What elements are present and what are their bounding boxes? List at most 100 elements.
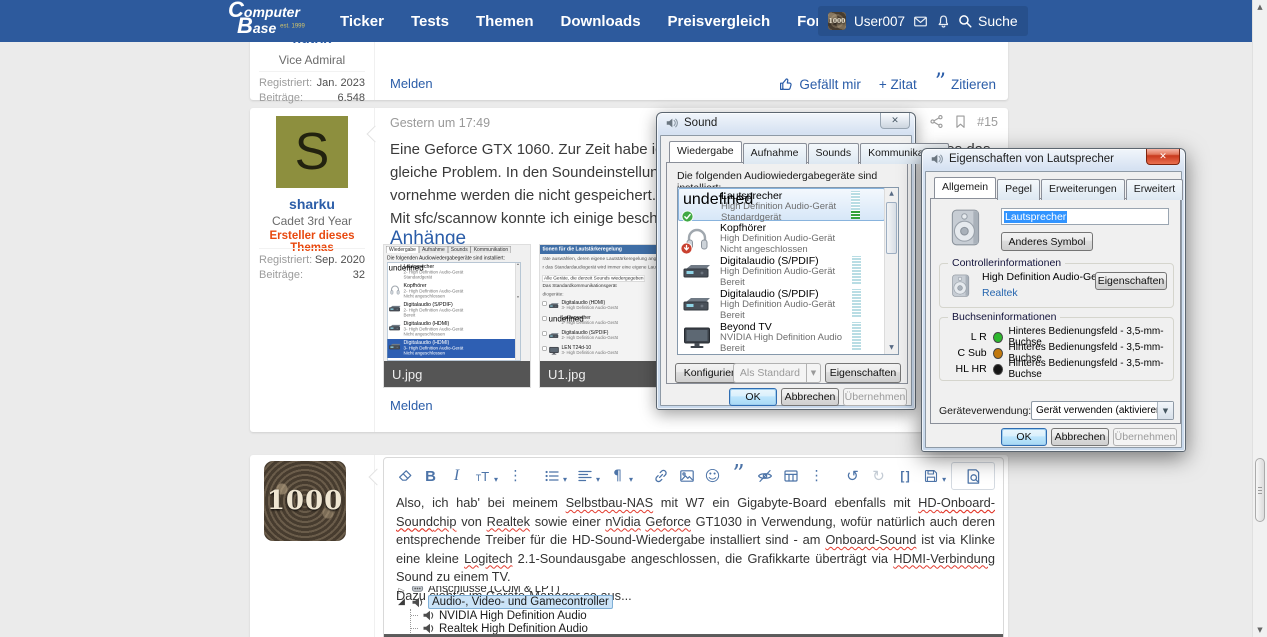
ok-button[interactable]: OK: [729, 388, 777, 406]
sound-device-item[interactable]: Digitalaudio (S/PDIF) High Definition Aud…: [678, 287, 885, 320]
align-icon[interactable]: [576, 467, 593, 485]
dropdown-caret-icon[interactable]: ▾: [942, 475, 946, 484]
cite-button[interactable]: ” Zitieren: [935, 71, 996, 93]
attachment-thumbnail-1[interactable]: Wiedergabe Aufnahme Sounds Kommunikation Die…: [383, 244, 531, 388]
nav-item-ticker[interactable]: Ticker: [340, 13, 384, 30]
tab-erweiterungen[interactable]: Erweiterungen: [1040, 179, 1125, 200]
apply-button[interactable]: Übernehmen: [843, 388, 907, 406]
scroll-up-arrow[interactable]: ▲: [1253, 0, 1267, 14]
scroll-down-arrow[interactable]: ▼: [1253, 623, 1267, 637]
nav-menu: Ticker Tests Themen Downloads Preisvergleich…: [340, 0, 874, 42]
user-menu[interactable]: 1000 User007: [818, 6, 962, 36]
username-link[interactable]: sharku: [250, 196, 374, 212]
italic-icon[interactable]: I: [448, 467, 465, 485]
save-icon[interactable]: [922, 467, 939, 485]
member-meta: Registriert: Sep. 2020 Beiträge: 32: [259, 248, 365, 283]
quote-icon[interactable]: ”: [730, 462, 747, 486]
preview-button[interactable]: [951, 462, 995, 490]
apply-button[interactable]: Übernehmen: [1113, 428, 1177, 446]
tab-sounds[interactable]: Sounds: [807, 143, 860, 164]
volume-meter: [852, 322, 861, 350]
close-button[interactable]: ✕: [880, 113, 910, 129]
device-name-input[interactable]: Lautsprecher: [1001, 208, 1169, 225]
playback-devices-list[interactable]: undefined Lautsprecher High Definition Aud…: [677, 187, 899, 355]
device-usage-dropdown[interactable]: Gerät verwenden (aktivieren) ▼: [1031, 401, 1174, 420]
spdif-icon: [682, 256, 712, 286]
sound-device-item[interactable]: Digitalaudio (S/PDIF) High Definition Aud…: [678, 254, 885, 287]
speaker-icon: undefined: [681, 191, 753, 223]
volume-meter: [852, 289, 861, 317]
sound-device-item[interactable]: Beyond TV NVIDIA High Definition Audio Ber…: [678, 320, 885, 353]
sound-dialog-titlebar[interactable]: Sound: [665, 116, 717, 130]
post-number[interactable]: #15: [977, 115, 998, 129]
code-icon[interactable]: [ ]: [896, 467, 913, 485]
ok-button[interactable]: OK: [1001, 428, 1047, 446]
general-tab-page: Lautsprecher Anderes Symbol Controllerin…: [930, 198, 1181, 424]
vendor-link[interactable]: Realtek: [982, 287, 1018, 299]
list-icon[interactable]: [543, 467, 560, 485]
dropdown-caret-icon[interactable]: ▾: [563, 475, 567, 484]
member-meta-row: Beiträge: 6.548: [259, 92, 365, 104]
avatar[interactable]: S: [276, 116, 348, 188]
more-icon[interactable]: ⋮: [808, 467, 825, 485]
sound-device-item[interactable]: Kopfhörer High Definition Audio-Gerät Nich…: [678, 221, 885, 255]
computerbase-logo[interactable]: Computer Base est. 1999: [228, 0, 305, 37]
list-scrollbar[interactable]: ▲ ▼: [884, 188, 898, 354]
undo-icon[interactable]: ↺: [844, 467, 861, 485]
close-button[interactable]: ✕: [1146, 149, 1180, 165]
table-icon[interactable]: [782, 467, 799, 485]
sound-dialog: Sound ✕ Wiedergabe Aufnahme Sounds Kommunik…: [656, 112, 949, 410]
avatar[interactable]: 1000: [264, 461, 346, 541]
properties-button[interactable]: Eigenschaften: [825, 363, 901, 383]
member-column: S sharku Cadet 3rd Year Ersteller dieses…: [250, 108, 375, 432]
set-default-button[interactable]: Als Standard ▼: [732, 363, 821, 383]
properties-dialog-titlebar[interactable]: Eigenschaften von Lautsprecher: [930, 152, 1114, 166]
member-column: 1000: [250, 455, 375, 637]
attachment-preview-sound-dialog: Wiedergabe Aufnahme Sounds Kommunikation Die…: [384, 245, 530, 363]
device-manager-screenshot[interactable]: ▷ Anschlüsse (COM & LPT) ◢ Audio-, Video- u…: [396, 586, 613, 635]
more-icon[interactable]: ⋮: [507, 467, 524, 485]
bookmark-icon[interactable]: [953, 114, 968, 129]
messages-envelope-icon[interactable]: [913, 14, 928, 29]
nav-item-tests[interactable]: Tests: [411, 13, 449, 30]
dropdown-caret-icon[interactable]: ▾: [494, 475, 498, 484]
share-icon[interactable]: [929, 114, 944, 129]
search-icon: [958, 14, 972, 28]
nav-item-preisvergleich[interactable]: Preisvergleich: [668, 13, 771, 30]
paragraph-icon[interactable]: ¶: [609, 467, 626, 485]
scrollbar-thumb[interactable]: [1255, 458, 1265, 522]
tab-pegel[interactable]: Pegel: [997, 179, 1040, 200]
report-link[interactable]: Melden: [390, 76, 433, 91]
rich-text-editor[interactable]: B I TT ▾ ⋮ ▾ ▾ ¶ ▾ ☺” ⋮ ↺ ↻[ ] ▾ Also, ich hab' bei m…: [383, 457, 1004, 637]
tree-row-selected: ◢ Audio-, Video- und Gamecontroller: [396, 595, 613, 609]
dropdown-arrow-icon: ▼: [806, 363, 821, 383]
link-icon[interactable]: [652, 467, 669, 485]
tab-erweitert[interactable]: Erweitert: [1125, 179, 1184, 200]
like-button[interactable]: Gefällt mir: [778, 76, 861, 92]
post-timestamp[interactable]: Gestern um 17:49: [390, 116, 490, 130]
nav-item-themen[interactable]: Themen: [476, 13, 534, 30]
playback-tab-page: Die folgenden Audiowiedergabegeräte sind…: [666, 162, 908, 384]
redo-icon[interactable]: ↻: [870, 467, 887, 485]
nav-item-downloads[interactable]: Downloads: [561, 13, 641, 30]
remove-format-icon[interactable]: [396, 467, 413, 485]
page-scrollbar[interactable]: ▲ ▼: [1252, 0, 1267, 637]
image-icon[interactable]: [678, 467, 695, 485]
cancel-button[interactable]: Abbrechen: [781, 388, 839, 406]
report-link[interactable]: Melden: [390, 398, 433, 413]
bold-icon[interactable]: B: [422, 467, 439, 485]
tab-aufnahme[interactable]: Aufnahme: [742, 143, 807, 164]
tab-wiedergabe[interactable]: Wiedergabe: [669, 141, 742, 162]
tab-allgemein[interactable]: Allgemein: [934, 177, 997, 198]
quote-button[interactable]: + Zitat: [879, 77, 917, 92]
controller-properties-button[interactable]: Eigenschaften: [1095, 272, 1167, 290]
spoiler-icon[interactable]: [756, 467, 773, 485]
dropdown-caret-icon[interactable]: ▾: [629, 475, 633, 484]
dropdown-caret-icon[interactable]: ▾: [596, 475, 600, 484]
sound-device-item[interactable]: undefined Lautsprecher High Definition Aud…: [678, 188, 885, 223]
cancel-button[interactable]: Abbrechen: [1051, 428, 1109, 446]
search-button[interactable]: Suche: [948, 6, 1028, 36]
change-icon-button[interactable]: Anderes Symbol: [1001, 232, 1093, 251]
smiley-icon[interactable]: ☺: [704, 467, 721, 485]
font-size-icon[interactable]: TT: [474, 467, 491, 485]
